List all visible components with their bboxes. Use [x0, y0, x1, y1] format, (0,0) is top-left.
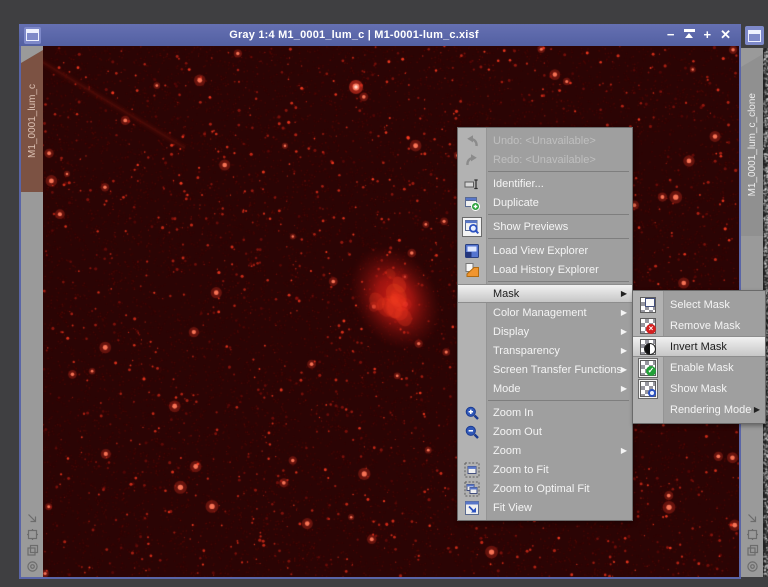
- view-tab-label: M1_0001_lum_c: [26, 84, 38, 158]
- menu-item-undo[interactable]: Undo: <Unavailable>: [458, 131, 632, 150]
- shade-rollup-icon: [683, 28, 695, 39]
- mask-submenu: Select Mask × Remove Mask Invert Mask ✓ …: [632, 290, 766, 424]
- window-glyph-icon: [26, 29, 39, 41]
- menu-item-color-management[interactable]: Color Management ▶: [458, 303, 632, 322]
- menu-item-fit-view[interactable]: Fit View: [458, 498, 632, 517]
- menu-item-load-history-explorer[interactable]: Load History Explorer: [458, 260, 632, 279]
- center-mode-icon[interactable]: [746, 560, 759, 573]
- preview-mode-icon[interactable]: [26, 544, 39, 557]
- maximize-button[interactable]: +: [704, 28, 712, 42]
- zoom-out-icon: [458, 424, 486, 440]
- menu-item-invert-mask[interactable]: Invert Mask: [633, 336, 765, 357]
- menu-item-select-mask[interactable]: Select Mask: [633, 294, 765, 315]
- preview-mode-icon[interactable]: [746, 544, 759, 557]
- enable-mask-icon: ✓: [640, 359, 656, 376]
- window-menu-icon[interactable]: [24, 26, 41, 44]
- pan-mode-icon[interactable]: [26, 512, 39, 525]
- clone-tab-label: M1_0001_lum_c_clone: [746, 93, 758, 197]
- clone-view-tab[interactable]: M1_0001_lum_c_clone: [741, 54, 763, 236]
- checked-toggle-frame: ✓: [638, 357, 658, 378]
- submenu-arrow-icon: ▶: [620, 308, 627, 317]
- submenu-arrow-icon: ▶: [620, 289, 627, 298]
- menu-item-duplicate[interactable]: Duplicate: [458, 193, 632, 212]
- menu-separator: [488, 171, 629, 172]
- menu-item-load-view-explorer[interactable]: Load View Explorer: [458, 241, 632, 260]
- minimize-button[interactable]: −: [667, 28, 675, 42]
- view-explorer-icon: [458, 243, 486, 259]
- checked-toggle-frame: [638, 378, 658, 399]
- undo-icon: [458, 133, 486, 149]
- menu-separator: [488, 214, 629, 215]
- menu-item-enable-mask[interactable]: ✓ Enable Mask: [633, 357, 765, 378]
- menu-item-screen-transfer-functions[interactable]: Screen Transfer Functions ▶: [458, 360, 632, 379]
- menu-separator: [488, 238, 629, 239]
- remove-mask-icon: ×: [633, 317, 663, 334]
- zoom-in-icon: [458, 405, 486, 421]
- menu-item-remove-mask[interactable]: × Remove Mask: [633, 315, 765, 336]
- menu-item-zoom-out[interactable]: Zoom Out: [458, 422, 632, 441]
- menu-item-zoom-to-fit[interactable]: Zoom to Fit: [458, 460, 632, 479]
- menu-item-show-mask[interactable]: Show Mask: [633, 378, 765, 399]
- active-view-tab[interactable]: M1_0001_lum_c: [21, 50, 43, 192]
- invert-mask-icon: [633, 338, 663, 355]
- menu-item-zoom-in[interactable]: Zoom In: [458, 403, 632, 422]
- checked-toggle-frame: [462, 216, 482, 237]
- submenu-arrow-icon: ▶: [620, 327, 627, 336]
- menu-item-transparency[interactable]: Transparency ▶: [458, 341, 632, 360]
- menu-item-redo[interactable]: Redo: <Unavailable>: [458, 150, 632, 169]
- show-previews-icon: [465, 219, 480, 234]
- submenu-arrow-icon: ▶: [753, 405, 760, 414]
- menu-separator: [488, 281, 629, 282]
- window-glyph-icon: [748, 29, 761, 42]
- selection-mode-icon[interactable]: [746, 528, 759, 541]
- submenu-arrow-icon: ▶: [620, 365, 627, 374]
- menu-item-display[interactable]: Display ▶: [458, 322, 632, 341]
- selection-mode-icon[interactable]: [26, 528, 39, 541]
- menu-separator: [488, 400, 629, 401]
- pan-mode-icon[interactable]: [746, 512, 759, 525]
- menu-item-rendering-mode[interactable]: Rendering Mode ▶: [633, 399, 765, 420]
- duplicate-icon: [458, 195, 486, 211]
- show-mask-icon: [640, 380, 656, 397]
- submenu-arrow-icon: ▶: [620, 346, 627, 355]
- menu-item-show-previews[interactable]: Show Previews: [458, 216, 632, 237]
- fit-view-icon: [458, 500, 486, 516]
- menu-item-zoom[interactable]: Zoom ▶: [458, 441, 632, 460]
- zoom-to-optimal-fit-icon: [458, 481, 486, 497]
- shade-button[interactable]: [683, 28, 695, 42]
- menu-item-zoom-to-optimal-fit[interactable]: Zoom to Optimal Fit: [458, 479, 632, 498]
- clone-window-icon[interactable]: [745, 26, 764, 45]
- context-menu: Undo: <Unavailable> Redo: <Unavailable> …: [457, 127, 633, 521]
- menu-item-mode[interactable]: Mode ▶: [458, 379, 632, 398]
- menu-item-mask[interactable]: Mask ▶: [458, 284, 632, 303]
- close-button[interactable]: ✕: [720, 28, 731, 42]
- redo-icon: [458, 152, 486, 168]
- center-mode-icon[interactable]: [26, 560, 39, 573]
- history-explorer-icon: [458, 262, 486, 278]
- window-titlebar[interactable]: Gray 1:4 M1_0001_lum_c | M1-0001-lum_c.x…: [19, 24, 741, 46]
- identifier-icon: [458, 176, 486, 192]
- submenu-arrow-icon: ▶: [620, 384, 627, 393]
- window-title: Gray 1:4 M1_0001_lum_c | M1-0001-lum_c.x…: [229, 29, 479, 41]
- submenu-arrow-icon: ▶: [620, 446, 627, 455]
- menu-item-identifier[interactable]: Identifier...: [458, 174, 632, 193]
- zoom-to-fit-icon: [458, 462, 486, 478]
- select-mask-icon: [633, 296, 663, 313]
- view-tab-strip: M1_0001_lum_c: [21, 46, 43, 577]
